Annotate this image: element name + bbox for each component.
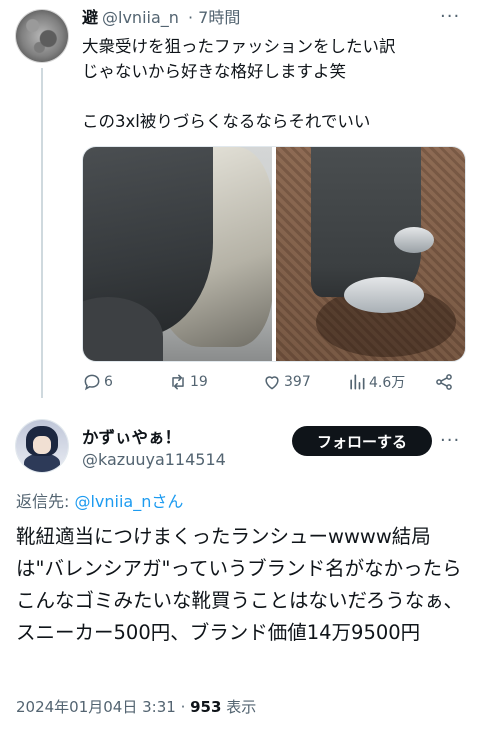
like-button[interactable]: 397 (262, 372, 311, 392)
photo-jeans-sneakers-closeup[interactable] (83, 147, 272, 361)
views-button[interactable]: 4.6万 (347, 372, 405, 392)
post1-action-bar: 6 19 397 4.6万 (82, 372, 462, 400)
reply-icon (84, 374, 100, 391)
post1-handle[interactable]: @lvniia_n (102, 8, 179, 27)
post2-views-label: 表示 (221, 698, 257, 716)
avatar-body-shape (24, 454, 60, 472)
reply-button[interactable]: 6 (82, 372, 113, 392)
post1-media[interactable] (82, 146, 466, 362)
post1-header: 避 @lvniia_n · 7時間 (82, 8, 240, 28)
more-horizontal-icon[interactable]: ··· (440, 430, 460, 451)
jeans-shape (311, 147, 421, 297)
post2-text: 靴紐適当につけまくったランシューwwww結局は"バレンシアガ"っていうブランド名… (16, 525, 463, 644)
share-icon (436, 374, 452, 390)
analytics-icon (350, 374, 365, 390)
post1-line: 大衆受けを狙ったファッションをしたい訳 (82, 37, 396, 56)
photo-jeans-on-carpet[interactable] (276, 147, 465, 361)
post2-display-name[interactable]: かずぃやぁ！ (82, 424, 181, 448)
post1-display-name[interactable]: 避 (82, 8, 98, 27)
anime-avatar[interactable] (16, 420, 68, 472)
post2-timestamp[interactable]: 2024年01月04日 3:31 · (16, 698, 190, 716)
post1-line: じゃないから好きな格好しますよ笑 (82, 62, 346, 81)
reply-mention-link[interactable]: @lvniia_nさん (74, 492, 183, 511)
moon-avatar[interactable] (16, 10, 68, 62)
post2-views-count: 953 (190, 698, 222, 716)
post2-handle[interactable]: @kazuuya114514 (82, 450, 226, 469)
post1-line (82, 84, 462, 109)
heart-icon (265, 376, 279, 390)
share-button[interactable] (434, 372, 454, 392)
thread-connector-line (41, 68, 43, 398)
views-count: 4.6万 (369, 375, 406, 391)
reply-count: 6 (104, 374, 113, 390)
reply-to-line: 返信先: @lvniia_nさん (16, 488, 183, 512)
repost-count: 19 (190, 374, 208, 390)
reply-to-label: 返信先: (16, 492, 75, 511)
avatar-face-shape (33, 436, 51, 454)
follow-button[interactable]: フォローする (292, 426, 432, 456)
sneaker-shape (344, 277, 424, 313)
post2-meta: 2024年01月04日 3:31 · 953 表示 (16, 696, 256, 717)
repost-button[interactable]: 19 (168, 372, 208, 392)
post1-time[interactable]: · 7時間 (188, 8, 240, 27)
sneaker-shape (394, 227, 434, 253)
like-count: 397 (284, 374, 311, 390)
post1-line: この3xl被りづらくなるならそれでいい (82, 112, 371, 131)
more-horizontal-icon[interactable]: ··· (440, 6, 460, 27)
post1-text: 大衆受けを狙ったファッションをしたい訳 じゃないから好きな格好しますよ笑 この3… (82, 34, 462, 134)
repost-icon (172, 374, 184, 390)
